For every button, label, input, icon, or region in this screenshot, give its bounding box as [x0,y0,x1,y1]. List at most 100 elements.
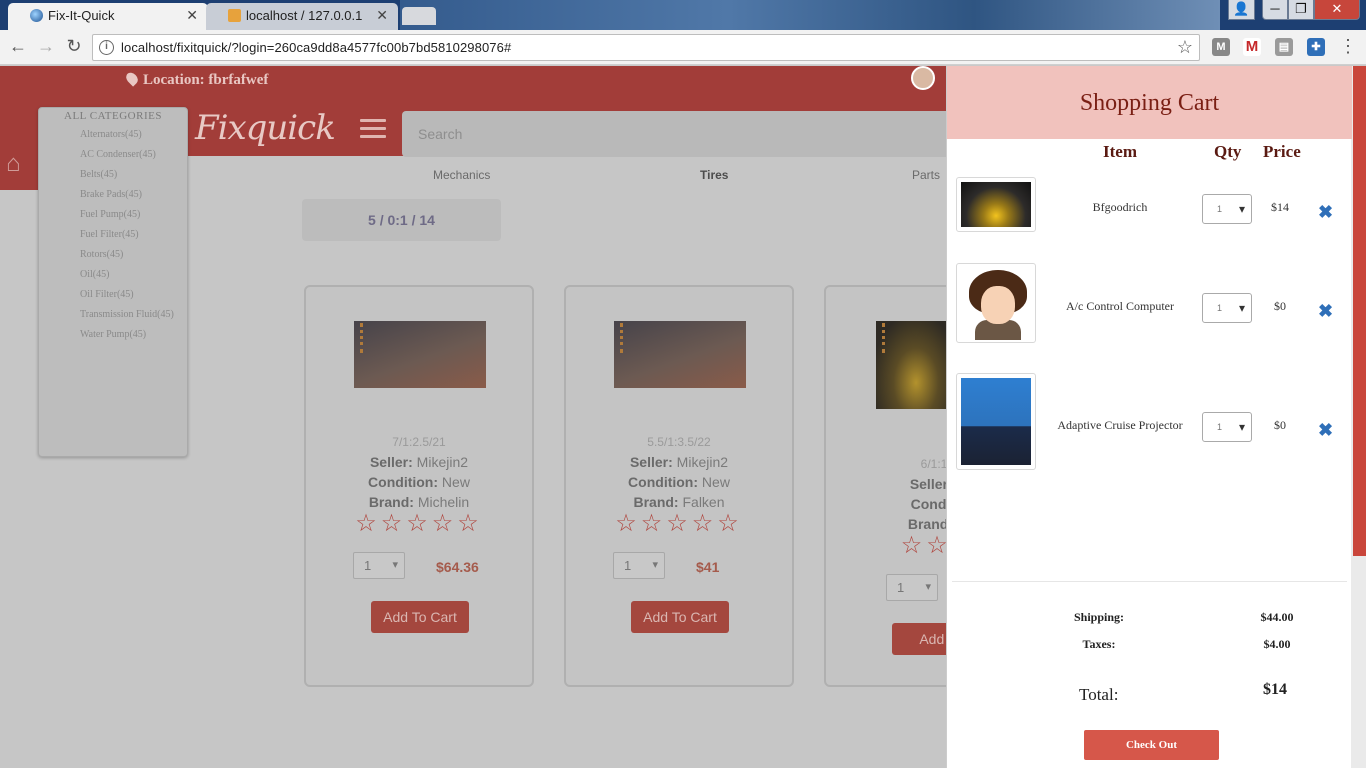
close-window-button[interactable]: ✕ [1314,0,1360,20]
category-item[interactable]: Belts(45) [39,166,187,186]
column-header-price: Price [1263,142,1301,161]
checkout-button[interactable]: Check Out [1084,730,1219,760]
cart-quantity-select[interactable]: 1 [1202,412,1252,442]
cart-item-image[interactable] [956,263,1036,343]
tab-fix-it-quick[interactable]: Fix-It-Quick ✕ [8,3,208,30]
brand-line: Brand: Falken [633,494,725,510]
condition-line: Condition: New [628,474,730,490]
cart-item-image[interactable] [956,177,1036,232]
home-button[interactable]: ⌂ [0,140,38,190]
back-icon[interactable]: ← [6,36,30,57]
star-rating[interactable]: ☆☆☆☆☆ [306,509,532,538]
nav-tires[interactable]: Tires [700,168,728,182]
extension-icon[interactable]: ▤ [1275,38,1293,56]
quantity-select[interactable]: 1 [613,552,665,579]
seller-line: Seller: Mikejin2 [369,454,469,470]
category-item[interactable]: Oil(45) [39,266,187,286]
brand-line: Brand: Bf [907,516,946,532]
quantity-select[interactable]: 1 [353,552,405,579]
tab-phpmyadmin[interactable]: localhost / 127.0.0.1 / fix ✕ [206,3,398,30]
search-input[interactable] [402,111,946,157]
category-item[interactable]: Oil Filter(45) [39,286,187,306]
nav-mechanics[interactable]: Mechanics [433,168,490,182]
categories-panel: ALL CATEGORIES Alternators(45) AC Conden… [38,107,188,457]
forward-icon[interactable]: → [34,36,58,57]
bookmark-star-icon[interactable]: ☆ [1177,37,1193,58]
categories-title: ALL CATEGORIES [64,110,162,122]
close-tab-icon[interactable]: ✕ [186,3,198,28]
add-to-cart-button[interactable]: Add To [892,623,946,655]
cart-item-name: A/c Control Computer [1066,299,1174,313]
product-card: 5.5/1:3.5/22 Seller: Mikejin2 Condition:… [564,285,794,687]
home-icon: ⌂ [6,150,21,177]
globe-icon [30,9,43,22]
category-item[interactable]: AC Condenser(45) [39,146,187,166]
taxes-value: $4.00 [1263,637,1291,651]
page-content: Location: fbrfafwef Fixquick ⌂ ALL CATEG… [0,66,946,768]
category-item[interactable]: Rotors(45) [39,246,187,266]
location-label: Location: fbrfafwef [123,70,268,89]
nav-parts[interactable]: Parts [912,168,940,182]
remove-item-icon[interactable]: ✖ [1318,202,1333,223]
category-item[interactable]: Water Pump(45) [39,326,187,346]
star-rating[interactable]: ☆☆☆ [826,531,946,560]
column-header-qty: Qty [1214,142,1242,161]
gmail-checker-icon[interactable]: M [1212,38,1230,56]
chrome-menu-icon[interactable]: ⋮ [1338,36,1358,57]
url-text[interactable]: localhost/fixitquick/?login=260ca9dd8a45… [121,40,511,55]
info-icon[interactable]: i [99,40,114,55]
maximize-button[interactable]: ❐ [1288,0,1314,20]
remove-item-icon[interactable]: ✖ [1318,301,1333,322]
product-image[interactable] [614,321,746,388]
hamburger-menu-icon[interactable] [360,119,386,143]
taxes-label: Taxes: [1082,637,1116,651]
cart-item-price: $0 [1274,418,1286,432]
remove-item-icon[interactable]: ✖ [1318,420,1333,441]
category-item[interactable]: Alternators(45) [39,126,187,146]
tab-strip-background [400,0,1220,30]
cart-item-image[interactable] [956,373,1036,470]
seller-line: Seller: Mikejin2 [629,454,729,470]
gmail-icon[interactable]: M [1243,38,1261,56]
browser-toolbar: ← → ↻ i localhost/fixitquick/?login=260c… [0,30,1366,65]
add-to-cart-button[interactable]: Add To Cart [631,601,729,633]
category-item[interactable]: Brake Pads(45) [39,186,187,206]
browser-tab-bar: Fix-It-Quick ✕ localhost / 127.0.0.1 / f… [0,0,1366,30]
product-image[interactable] [876,321,946,409]
puzzle-extension-icon[interactable]: ✚ [1307,38,1325,56]
phpmyadmin-icon [228,9,241,22]
product-card: 6/1:1.5 Seller: M Conditio Brand: Bf ☆☆☆… [824,285,946,687]
cart-quantity-select[interactable]: 1 [1202,194,1252,224]
quantity-select[interactable]: 1 [886,574,938,601]
condition-line: Condition: New [368,474,470,490]
category-item[interactable]: Transmission Fluid(45) [39,306,187,326]
tire-spec: 6/1:1.5 [920,457,946,471]
category-item[interactable]: Fuel Filter(45) [39,226,187,246]
new-tab-button[interactable] [402,7,436,25]
close-tab-icon[interactable]: ✕ [376,3,388,28]
user-avatar[interactable] [911,66,935,90]
cart-item-name: Adaptive Cruise Projector [1057,418,1183,432]
product-price: $41 [696,559,720,575]
condition-line: Conditio [910,496,946,512]
tire-size-pager: 5 / 0:1 / 14 [302,199,501,241]
brand-line: Brand: Michelin [368,494,470,510]
product-card: 7/1:2.5/21 Seller: Mikejin2 Condition: N… [304,285,534,687]
add-to-cart-button[interactable]: Add To Cart [371,601,469,633]
map-pin-icon [123,70,141,87]
address-bar[interactable]: i localhost/fixitquick/?login=260ca9dd8a… [92,34,1200,61]
cart-item-name: Bfgoodrich [1092,200,1148,214]
profile-icon[interactable]: 👤 [1228,0,1255,20]
reload-icon[interactable]: ↻ [62,36,86,57]
product-image[interactable] [354,321,486,388]
cart-quantity-select[interactable]: 1 [1202,293,1252,323]
seller-line: Seller: M [909,476,946,492]
star-rating[interactable]: ☆☆☆☆☆ [566,509,792,538]
site-logo[interactable]: Fixquick [195,108,336,148]
divider [952,581,1347,582]
minimize-button[interactable]: ─ [1262,0,1288,20]
category-item[interactable]: Fuel Pump(45) [39,206,187,226]
shopping-cart-panel: Shopping Cart Item Qty Price Bfgoodrich … [946,66,1352,768]
scrollbar-thumb[interactable] [1353,66,1366,556]
product-price: $64.36 [436,559,479,575]
